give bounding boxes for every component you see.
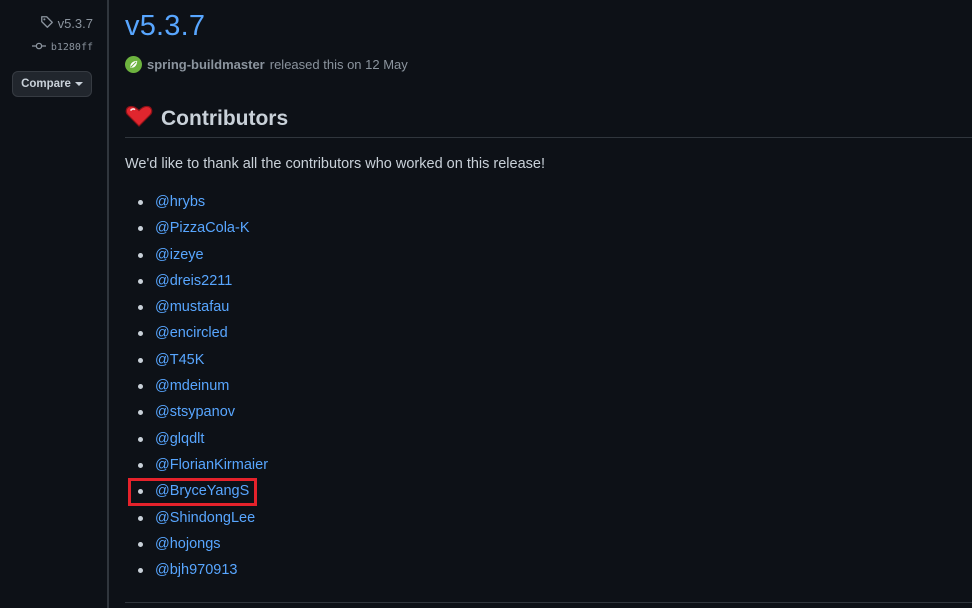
bullet-dot bbox=[138, 568, 143, 574]
bullet-dot bbox=[138, 436, 143, 442]
bullet-dot bbox=[138, 305, 143, 311]
triangle-down-icon bbox=[74, 82, 83, 86]
contributor-link[interactable]: @mdeinum bbox=[155, 378, 229, 394]
sidebar-divider bbox=[107, 0, 109, 608]
bullet-dot bbox=[138, 489, 143, 495]
contributor-link[interactable]: @T45K bbox=[155, 352, 204, 368]
contributor-link[interactable]: @bjh970913 bbox=[155, 562, 237, 578]
contributor-link[interactable]: @dreis2211 bbox=[155, 273, 232, 289]
tag-label: v5.3.7 bbox=[57, 16, 93, 31]
compare-button-label: Compare bbox=[21, 78, 71, 90]
git-commit-icon bbox=[31, 41, 46, 54]
bullet-dot bbox=[138, 331, 143, 337]
bullet-dot bbox=[138, 200, 143, 205]
bullet-dot bbox=[138, 384, 143, 390]
release-body: v5.3.7 spring-buildmaster released this … bbox=[125, 0, 972, 608]
author-link[interactable]: spring-buildmaster bbox=[147, 57, 265, 72]
contributor-link[interactable]: @encircled bbox=[155, 325, 228, 341]
bullet-dot bbox=[138, 462, 143, 468]
contributor-link[interactable]: @stsypanov bbox=[155, 404, 235, 420]
contributor-link[interactable]: @ShindongLee bbox=[155, 510, 255, 526]
contributor-link[interactable]: @PizzaCola-K bbox=[155, 220, 250, 236]
bullet-dot bbox=[138, 278, 143, 284]
release-meta-sidebar: v5.3.7 b1280ff Compare bbox=[0, 0, 108, 608]
thanks-text: We'd like to thank all the contributors … bbox=[125, 156, 545, 172]
compare-button[interactable]: Compare bbox=[12, 71, 92, 97]
release-page: v5.3.7 b1280ff Compare v5.3.7 spring-bui… bbox=[0, 0, 972, 608]
bullet-dot bbox=[138, 252, 143, 258]
contributor-link[interactable]: @hojongs bbox=[155, 536, 221, 552]
heading-divider bbox=[125, 137, 972, 138]
contributor-link[interactable]: @glqdlt bbox=[155, 431, 204, 447]
tag-icon bbox=[40, 15, 54, 32]
contributors-heading-text: Contributors bbox=[161, 106, 289, 130]
contributors-heading: Contributors bbox=[125, 104, 288, 133]
bullet-dot bbox=[138, 357, 143, 363]
bullet-dot bbox=[138, 541, 143, 547]
release-byline: spring-buildmaster released this on 12 M… bbox=[125, 56, 408, 73]
release-date-text: released this on 12 May bbox=[269, 57, 408, 72]
bullet-dot bbox=[138, 410, 143, 416]
commit-link[interactable]: b1280ff bbox=[31, 41, 93, 54]
contributor-link[interactable]: @mustafau bbox=[155, 299, 229, 315]
contributor-link[interactable]: @FlorianKirmaier bbox=[155, 457, 268, 473]
commit-label: b1280ff bbox=[50, 42, 93, 53]
bullet-dot bbox=[138, 226, 143, 232]
contributor-link[interactable]: @izeye bbox=[155, 247, 204, 263]
spring-logo-icon[interactable] bbox=[125, 56, 142, 73]
contributor-link[interactable]: @hrybs bbox=[155, 194, 205, 210]
section-divider bbox=[125, 602, 972, 603]
bullet-dot bbox=[138, 515, 143, 521]
release-title[interactable]: v5.3.7 bbox=[125, 10, 205, 43]
red-heart-icon bbox=[125, 104, 153, 133]
tag-link[interactable]: v5.3.7 bbox=[40, 15, 93, 32]
contributor-link[interactable]: @BryceYangS bbox=[155, 483, 249, 499]
